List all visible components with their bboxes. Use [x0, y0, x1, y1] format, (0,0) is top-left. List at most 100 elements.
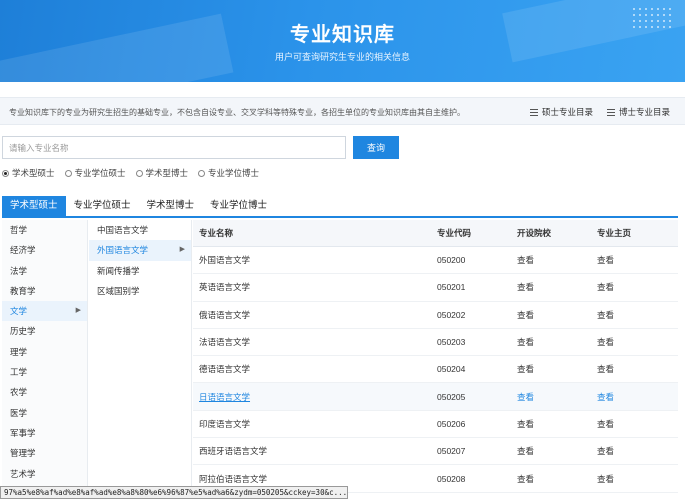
- view-schools-link[interactable]: 查看: [517, 281, 597, 293]
- major-code-cell: 050202: [437, 309, 466, 320]
- major-code-cell: 050207: [437, 446, 466, 457]
- major-search-input[interactable]: [2, 136, 346, 159]
- category-list: 哲学经济学法学教育学文学历史学理学工学农学医学军事学管理学艺术学: [2, 220, 88, 488]
- degree-radio-label: 专业学位博士: [208, 168, 260, 178]
- category-item[interactable]: 哲学: [2, 220, 87, 240]
- view-schools-link[interactable]: 查看: [517, 445, 597, 457]
- radio-circle-icon: [135, 169, 143, 177]
- view-schools-link[interactable]: 查看: [517, 418, 597, 430]
- view-schools-link[interactable]: 查看: [517, 336, 597, 348]
- major-name-cell: 阿拉伯语语言文学: [199, 473, 268, 484]
- degree-radio-label: 学术型硕士: [12, 168, 55, 178]
- table-row: 俄语语言文学 050202 查看 查看: [193, 302, 678, 329]
- degree-radio-label: 学术型博士: [145, 168, 189, 178]
- doctor-catalog-link[interactable]: 博士专业目录: [607, 106, 670, 118]
- major-table: 专业名称 专业代码 开设院校 专业主页 外国语言文学 050200 查看 查看 英语语言…: [193, 220, 678, 493]
- tab-degree-type[interactable]: 学术型博士: [139, 196, 203, 216]
- category-item[interactable]: 教育学: [2, 281, 87, 301]
- degree-type-radio-group: 学术型硕士 专业学位硕士 学术型博士 专业学位博士: [2, 167, 259, 179]
- major-code-cell: 050200: [437, 255, 466, 266]
- major-code-cell: 050205: [437, 391, 466, 402]
- view-homepage-link[interactable]: 查看: [597, 445, 678, 457]
- view-homepage-link[interactable]: 查看: [597, 281, 678, 293]
- view-homepage-link[interactable]: 查看: [597, 363, 678, 375]
- subcategory-item[interactable]: 外国语言文学: [89, 240, 191, 261]
- category-item[interactable]: 军事学: [2, 423, 87, 443]
- notice-text: 专业知识库下的专业为研究生招生的基础专业，不包含自设专业、交叉学科等特殊专业，各…: [9, 108, 465, 117]
- view-homepage-link[interactable]: 查看: [597, 336, 678, 348]
- view-schools-link[interactable]: 查看: [517, 254, 597, 266]
- view-homepage-link[interactable]: 查看: [597, 418, 678, 430]
- tab-degree-type[interactable]: 专业学位硕士: [66, 196, 139, 216]
- view-homepage-link[interactable]: 查看: [597, 309, 678, 321]
- category-item[interactable]: 医学: [2, 403, 87, 423]
- category-item[interactable]: 工学: [2, 362, 87, 382]
- category-item[interactable]: 艺术学: [2, 464, 87, 484]
- view-homepage-link[interactable]: 查看: [597, 254, 678, 266]
- major-name-cell: 印度语言文学: [199, 418, 251, 429]
- header-schools: 开设院校: [517, 228, 552, 238]
- table-row: 英语语言文学 050201 查看 查看: [193, 274, 678, 302]
- view-schools-link[interactable]: 查看: [517, 473, 597, 485]
- subcategory-item[interactable]: 新闻传播学: [89, 261, 191, 281]
- major-name-cell: 外国语言文学: [199, 255, 251, 266]
- major-name-cell: 俄语语言文学: [199, 309, 251, 320]
- major-name-cell: 日语语言文学: [199, 391, 251, 402]
- degree-radio-label: 专业学位硕士: [74, 168, 126, 178]
- header-major-code: 专业代码: [437, 228, 472, 238]
- major-code-cell: 050204: [437, 364, 466, 375]
- search-button[interactable]: 查询: [353, 136, 399, 159]
- major-name-cell: 西班牙语语言文学: [199, 446, 268, 457]
- degree-radio[interactable]: 专业学位博士: [198, 167, 259, 179]
- radio-circle-icon: [198, 169, 206, 177]
- radio-circle-icon: [64, 169, 72, 177]
- category-item[interactable]: 文学: [2, 301, 87, 322]
- category-item[interactable]: 历史学: [2, 321, 87, 341]
- header-banner: 专业知识库 用户可查询研究生专业的相关信息: [0, 0, 685, 82]
- degree-radio[interactable]: 专业学位硕士: [64, 167, 126, 179]
- category-item[interactable]: 法学: [2, 261, 87, 281]
- category-item[interactable]: 经济学: [2, 240, 87, 260]
- list-icon: [530, 108, 538, 116]
- doctor-catalog-label: 博士专业目录: [619, 107, 671, 117]
- radio-circle-icon: [2, 169, 9, 177]
- page-subtitle: 用户可查询研究生专业的相关信息: [274, 52, 410, 62]
- view-homepage-link[interactable]: 查看: [597, 473, 678, 485]
- view-homepage-link[interactable]: 查看: [597, 391, 678, 403]
- list-icon: [607, 108, 615, 116]
- major-code-cell: 050206: [437, 418, 466, 429]
- major-code-cell: 050203: [437, 337, 466, 348]
- degree-radio[interactable]: 学术型博士: [135, 167, 189, 179]
- header-homepage: 专业主页: [597, 228, 632, 238]
- status-bar-url: 97%a5%e8%af%ad%e8%af%ad%e8%a8%80%e6%96%8…: [0, 486, 348, 499]
- view-schools-link[interactable]: 查看: [517, 391, 597, 403]
- subcategory-list: 中国语言文学外国语言文学新闻传播学区域国别学: [89, 220, 192, 488]
- table-row: 西班牙语语言文学 050207 查看 查看: [193, 438, 678, 466]
- category-item[interactable]: 理学: [2, 342, 87, 362]
- view-schools-link[interactable]: 查看: [517, 363, 597, 375]
- table-header-row: 专业名称 专业代码 开设院校 专业主页: [193, 220, 678, 247]
- header-major-name: 专业名称: [199, 228, 234, 238]
- subcategory-item[interactable]: 区域国别学: [89, 281, 191, 301]
- table-row: 印度语言文学 050206 查看 查看: [193, 411, 678, 439]
- master-catalog-link[interactable]: 硕士专业目录: [530, 106, 593, 118]
- major-code-cell: 050208: [437, 473, 466, 484]
- major-name-cell: 法语语言文学: [199, 337, 251, 348]
- table-row: 德语语言文学 050204 查看 查看: [193, 356, 678, 384]
- page-title: 专业知识库: [290, 24, 395, 46]
- notice-bar: 专业知识库下的专业为研究生招生的基础专业，不包含自设专业、交叉学科等特殊专业，各…: [0, 97, 685, 125]
- view-schools-link[interactable]: 查看: [517, 309, 597, 321]
- category-item[interactable]: 管理学: [2, 443, 87, 463]
- table-row: 外国语言文学 050200 查看 查看: [193, 247, 678, 275]
- degree-type-tabs: 学术型硕士 专业学位硕士 学术型博士 专业学位博士: [2, 196, 678, 218]
- degree-radio[interactable]: 学术型硕士: [2, 167, 55, 179]
- major-name-cell: 英语语言文学: [199, 282, 251, 293]
- table-row: 日语语言文学 050205 查看 查看: [193, 383, 678, 411]
- category-item[interactable]: 农学: [2, 382, 87, 402]
- subcategory-item[interactable]: 中国语言文学: [89, 220, 191, 240]
- tab-degree-type[interactable]: 学术型硕士: [2, 196, 66, 216]
- major-name-cell: 德语语言文学: [199, 364, 251, 375]
- major-code-cell: 050201: [437, 282, 466, 293]
- master-catalog-label: 硕士专业目录: [542, 107, 594, 117]
- tab-degree-type[interactable]: 专业学位博士: [202, 196, 275, 216]
